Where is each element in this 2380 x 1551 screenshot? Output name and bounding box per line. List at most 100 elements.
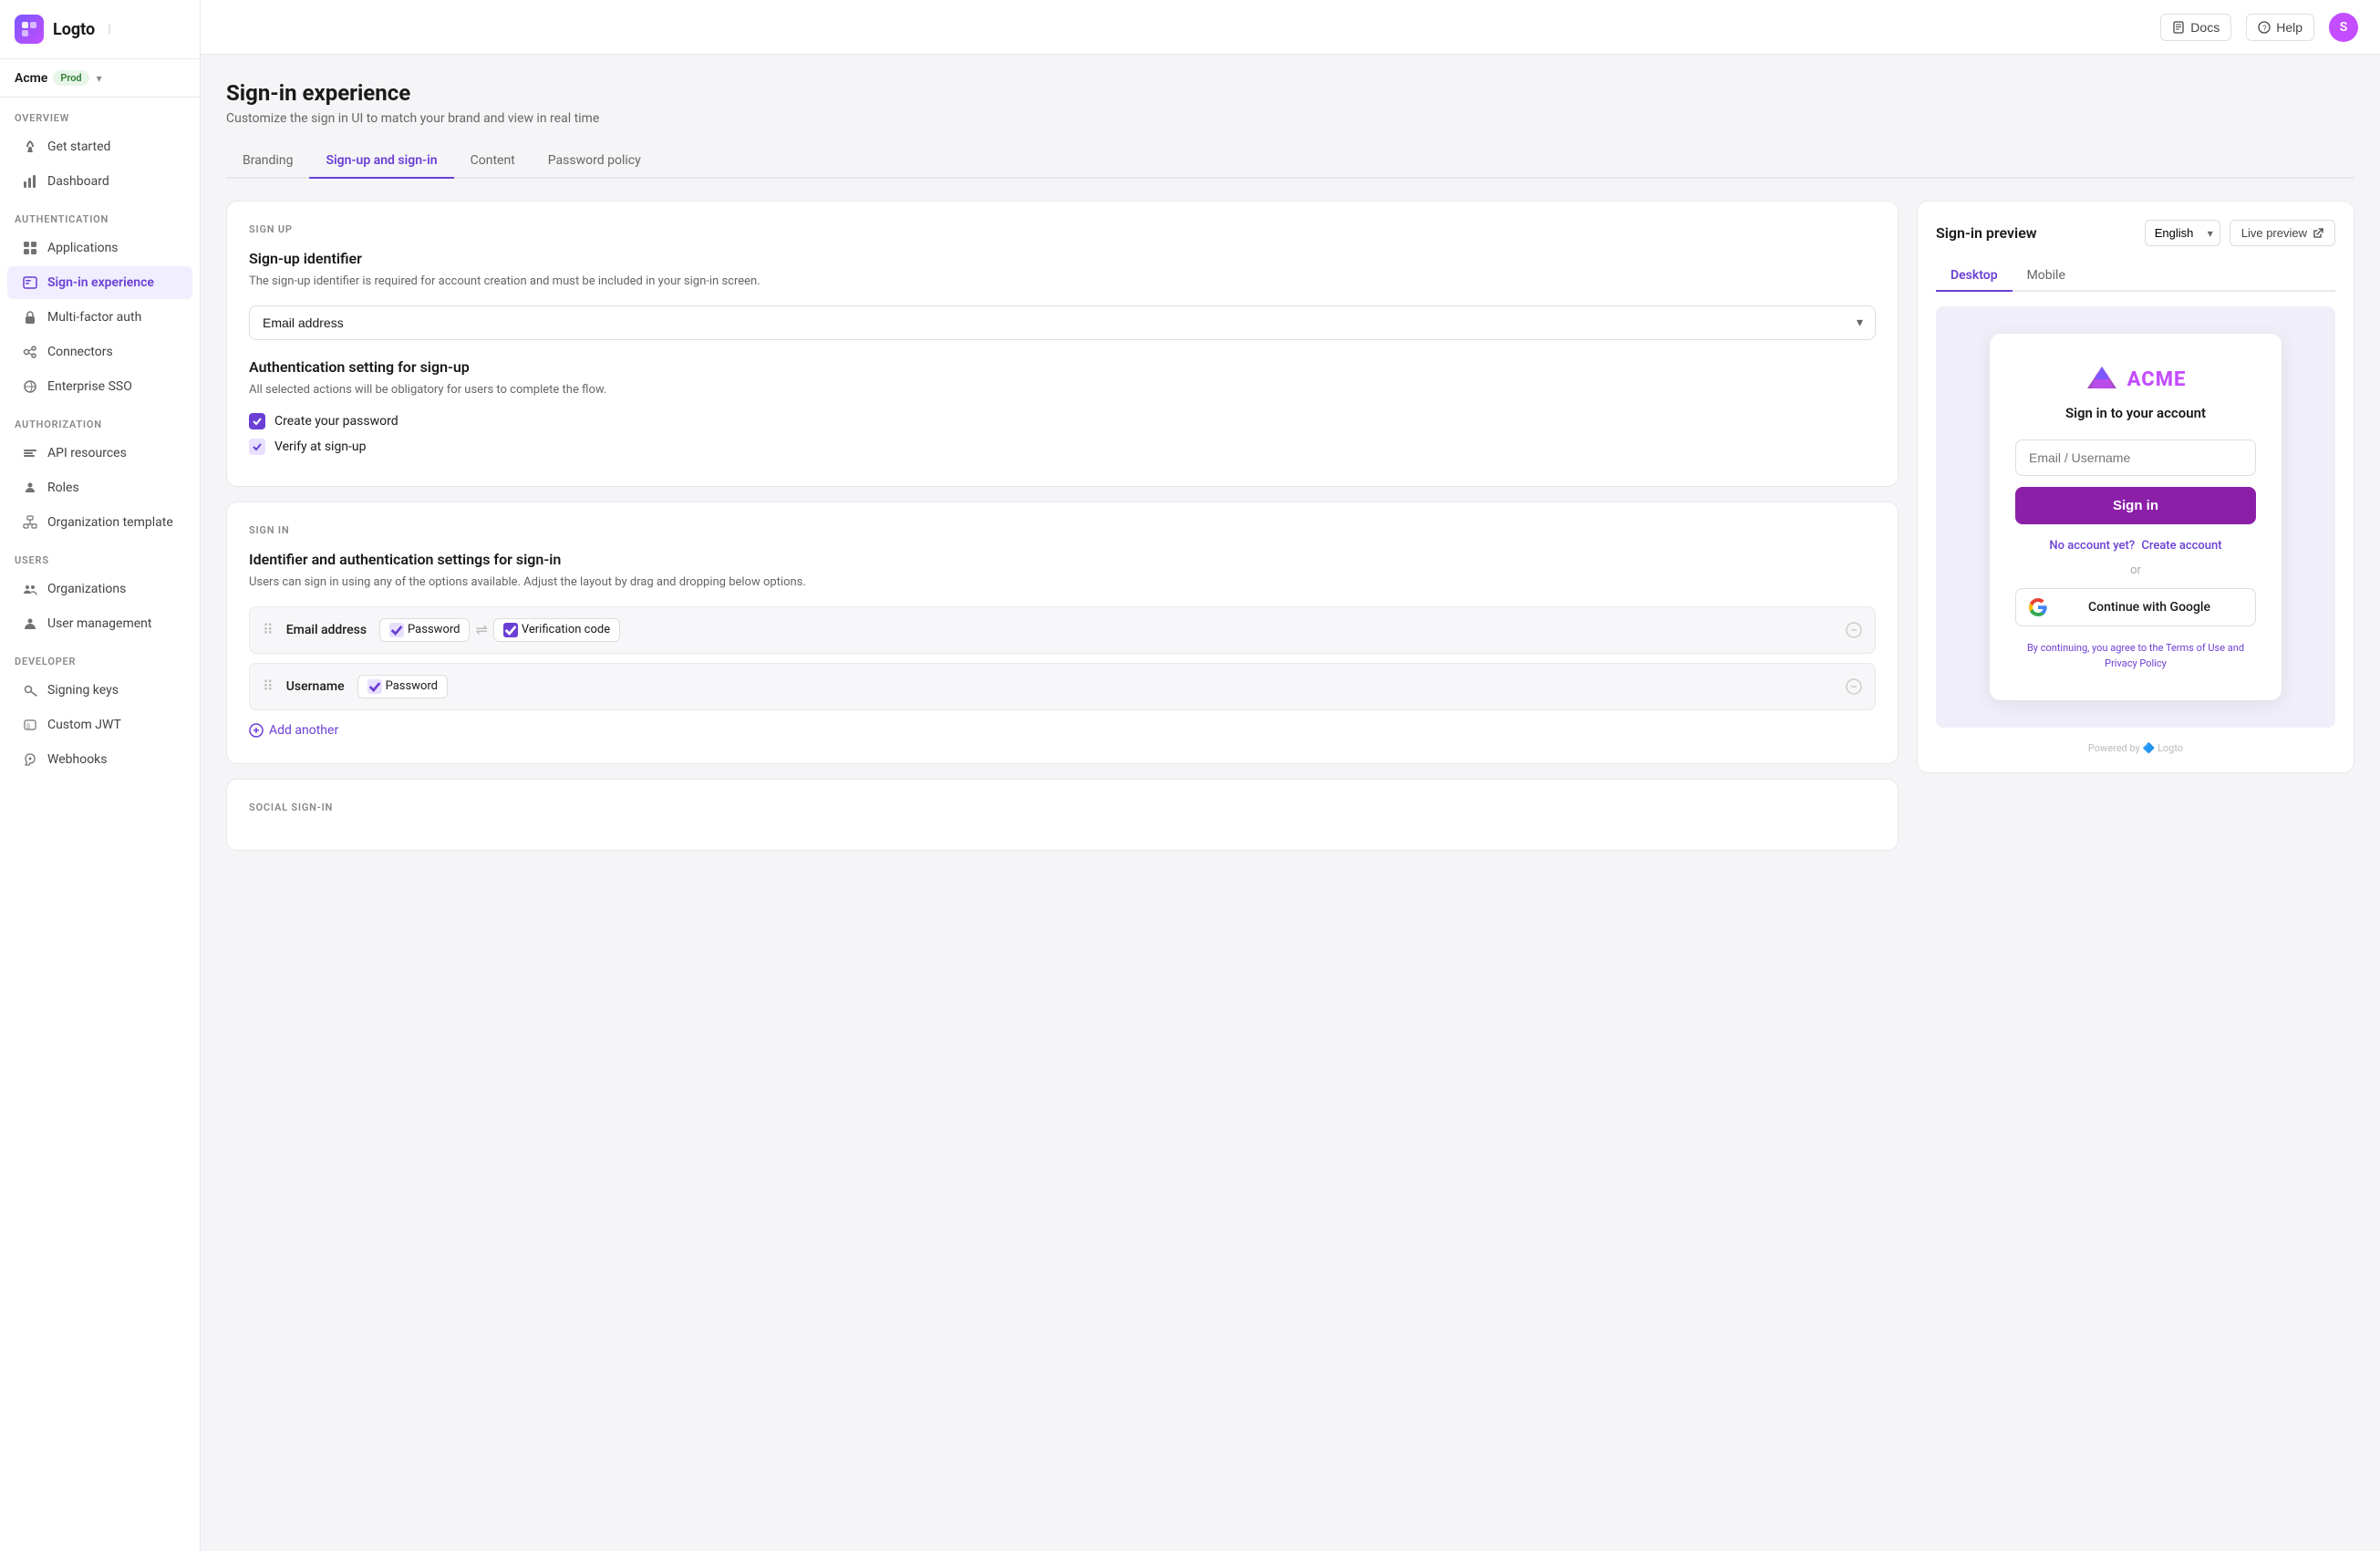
preview-google-button[interactable]: Continue with Google <box>2015 588 2256 626</box>
tenant-selector[interactable]: Acme Prod ▾ <box>0 59 200 98</box>
tab-branding[interactable]: Branding <box>226 144 309 179</box>
page-subtitle: Customize the sign in UI to match your b… <box>226 111 2354 126</box>
sidebar-item-label-signin: Sign-in experience <box>47 275 154 290</box>
preview-tabs: Desktop Mobile <box>1936 261 2335 292</box>
main-tabs: Branding Sign-up and sign-in Content Pas… <box>226 144 2354 179</box>
page-title: Sign-in experience <box>226 80 2354 106</box>
sidebar-item-applications[interactable]: Applications <box>7 232 192 264</box>
sidebar-item-custom-jwt[interactable]: {} Custom JWT <box>7 708 192 741</box>
sidebar-item-dashboard[interactable]: Dashboard <box>7 165 192 198</box>
preview-logo-icon <box>2085 363 2118 396</box>
sidebar-item-sign-in-experience[interactable]: Sign-in experience <box>7 266 192 299</box>
signin-identifier-email: Email address <box>286 623 367 637</box>
logo-area: Logto | <box>0 0 200 59</box>
jwt-icon: {} <box>22 717 38 733</box>
checkbox-create-password: Create your password <box>249 413 1876 429</box>
docs-button[interactable]: Docs <box>2160 14 2231 41</box>
signup-card: SIGN UP Sign-up identifier The sign-up i… <box>226 201 1899 487</box>
checkmark-icon <box>252 416 263 427</box>
sso-icon <box>22 378 38 395</box>
sidebar-item-label-org-template: Organization template <box>47 515 173 530</box>
topbar: Docs ? Help S <box>201 0 2380 55</box>
preview-sign-in-button[interactable]: Sign in <box>2015 487 2256 524</box>
language-select-wrapper: English ▾ <box>2145 220 2220 246</box>
sidebar: Logto | Acme Prod ▾ OVERVIEW Get started… <box>0 0 201 1551</box>
method-checkmark-icon <box>389 623 404 637</box>
preview-logo-area: ACME <box>2015 363 2256 396</box>
preview-tab-desktop[interactable]: Desktop <box>1936 261 2013 292</box>
preview-title: Sign-in preview <box>1936 224 2037 242</box>
method-check-password[interactable] <box>389 623 404 637</box>
preview-tab-mobile[interactable]: Mobile <box>2013 261 2080 292</box>
sidebar-item-label-connectors: Connectors <box>47 345 113 359</box>
signin-row-email: ⠿ Email address Password ⇌ <box>249 606 1876 654</box>
method-check-password-username[interactable] <box>367 679 382 694</box>
identifier-select[interactable]: Email address Username Phone number <box>249 305 1876 340</box>
api-icon <box>22 445 38 461</box>
sidebar-item-roles[interactable]: Roles <box>7 471 192 504</box>
sidebar-section-developer: DEVELOPER <box>0 641 200 673</box>
sidebar-section-auth: AUTHENTICATION <box>0 199 200 231</box>
sidebar-item-get-started[interactable]: Get started <box>7 130 192 163</box>
signin-identifier-desc: Users can sign in using any of the optio… <box>249 574 1876 592</box>
remove-username-row-button[interactable] <box>1846 678 1862 695</box>
identifier-select-wrapper: Email address Username Phone number ▾ <box>249 305 1876 340</box>
sidebar-item-label-dashboard: Dashboard <box>47 174 109 189</box>
add-another-button[interactable]: Add another <box>249 719 1876 741</box>
signin-row-username: ⠿ Username Password <box>249 663 1876 710</box>
content-area: Sign-in experience Customize the sign in… <box>201 55 2380 1551</box>
remove-email-row-button[interactable] <box>1846 622 1862 638</box>
add-another-label: Add another <box>269 723 338 738</box>
help-label: Help <box>2276 20 2302 35</box>
drag-handle-email[interactable]: ⠿ <box>263 621 274 638</box>
tab-password-policy[interactable]: Password policy <box>532 144 657 179</box>
sidebar-item-label-sso: Enterprise SSO <box>47 379 132 394</box>
live-preview-button[interactable]: Live preview <box>2230 220 2335 246</box>
connector-icon <box>22 344 38 360</box>
checkmark-light-icon <box>252 441 263 452</box>
user-avatar[interactable]: S <box>2329 13 2358 42</box>
remove-circle-icon <box>1846 622 1862 638</box>
help-icon: ? <box>2258 21 2271 34</box>
checkbox-verify-signup: Verify at sign-up <box>249 439 1876 455</box>
swap-icon: ⇌ <box>475 621 487 638</box>
svg-text:?: ? <box>2262 24 2267 32</box>
checkbox-create-password-box[interactable] <box>249 413 265 429</box>
tab-content[interactable]: Content <box>454 144 532 179</box>
signin-card: SIGN IN Identifier and authentication se… <box>226 501 1899 764</box>
preview-panel: Sign-in preview English ▾ Live preview <box>1917 201 2354 773</box>
users-icon <box>22 615 38 632</box>
roles-icon <box>22 480 38 496</box>
organizations-icon <box>22 581 38 597</box>
language-select[interactable]: English <box>2145 220 2220 246</box>
method-check-verification[interactable] <box>503 623 518 637</box>
lock-icon <box>22 309 38 326</box>
sidebar-item-organizations[interactable]: Organizations <box>7 573 192 605</box>
help-button[interactable]: ? Help <box>2246 14 2314 41</box>
sidebar-item-enterprise-sso[interactable]: Enterprise SSO <box>7 370 192 403</box>
sidebar-item-webhooks[interactable]: Webhooks <box>7 743 192 776</box>
preview-create-link[interactable]: Create account <box>2141 539 2221 553</box>
method-tag-password-username: Password <box>357 675 448 698</box>
sidebar-item-mfa[interactable]: Multi-factor auth <box>7 301 192 334</box>
tab-signup-signin[interactable]: Sign-up and sign-in <box>309 144 453 179</box>
sidebar-item-label-organizations: Organizations <box>47 582 126 596</box>
sidebar-item-signing-keys[interactable]: Signing keys <box>7 674 192 707</box>
preview-header: Sign-in preview English ▾ Live preview <box>1936 220 2335 246</box>
sidebar-item-org-template[interactable]: Organization template <box>7 506 192 539</box>
sidebar-item-api-resources[interactable]: API resources <box>7 437 192 470</box>
sidebar-item-label-jwt: Custom JWT <box>47 718 121 732</box>
right-column: Sign-in preview English ▾ Live preview <box>1917 201 2354 1525</box>
sidebar-item-user-management[interactable]: User management <box>7 607 192 640</box>
signin-methods-username: Password <box>357 675 448 698</box>
tenant-name: Acme <box>15 71 47 86</box>
preview-privacy-link[interactable]: Privacy Policy <box>2105 657 2167 669</box>
preview-terms-link[interactable]: Terms of Use <box>2166 642 2225 654</box>
live-preview-label: Live preview <box>2241 226 2307 240</box>
drag-handle-username[interactable]: ⠿ <box>263 677 274 695</box>
sidebar-item-connectors[interactable]: Connectors <box>7 336 192 368</box>
auth-setting-desc: All selected actions will be obligatory … <box>249 381 1876 399</box>
preview-email-input[interactable] <box>2015 439 2256 476</box>
preview-powered-by: Powered by 🔷 Logto <box>1936 742 2335 754</box>
checkbox-verify-signup-box[interactable] <box>249 439 265 455</box>
